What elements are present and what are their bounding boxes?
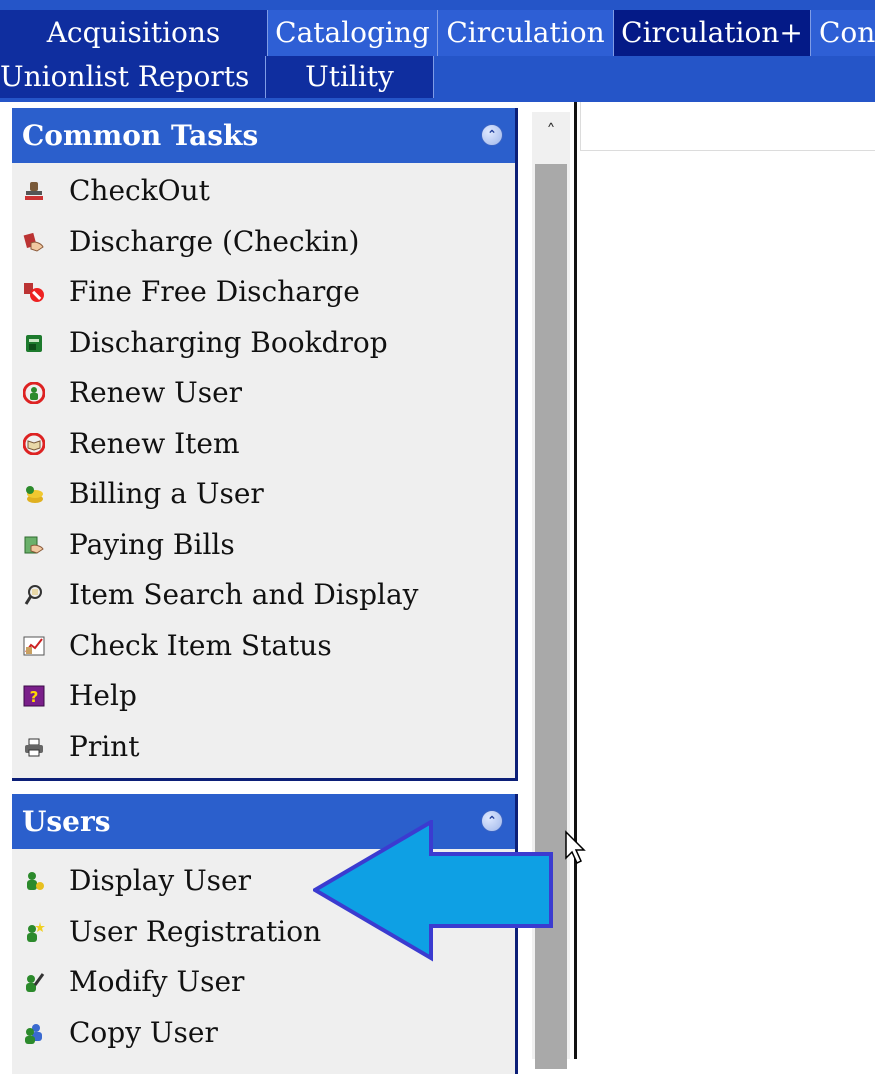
users-modify-user[interactable]: Modify User xyxy=(12,957,515,1008)
renew-item-icon xyxy=(22,432,46,456)
task-check-item-status[interactable]: Check Item Status xyxy=(12,621,515,672)
display-user-icon xyxy=(22,869,46,893)
task-label: Item Search and Display xyxy=(69,578,419,611)
task-label: Renew User xyxy=(69,376,243,409)
tab-con[interactable]: Con xyxy=(811,10,875,56)
task-help[interactable]: ? Help xyxy=(12,671,515,722)
paying-bills-icon xyxy=(22,533,46,557)
task-label: Print xyxy=(69,729,140,763)
task-discharge[interactable]: Discharge (Checkin) xyxy=(12,217,515,268)
task-label: Check Item Status xyxy=(69,628,332,662)
bookdrop-icon xyxy=(22,331,46,355)
content-area xyxy=(580,102,875,151)
item-label: Modify User xyxy=(69,965,245,998)
task-checkout[interactable]: CheckOut xyxy=(12,166,515,217)
task-paying-bills[interactable]: Paying Bills xyxy=(12,520,515,571)
task-label: Fine Free Discharge xyxy=(69,275,360,308)
copy-user-icon xyxy=(22,1021,46,1045)
billing-icon xyxy=(22,482,46,506)
common-tasks-panel: Common Tasks ⌃ CheckOut Discharge (Check… xyxy=(12,108,518,781)
item-label: Display User xyxy=(69,864,251,897)
tab-circulation-plus[interactable]: Circulation+ xyxy=(614,10,811,56)
users-copy-user[interactable]: Copy User xyxy=(12,1008,515,1059)
pane-divider[interactable] xyxy=(574,102,577,1059)
task-fine-free-discharge[interactable]: Fine Free Discharge xyxy=(12,267,515,318)
collapse-icon[interactable]: ⌃ xyxy=(481,124,503,146)
renew-user-icon xyxy=(22,381,46,405)
task-item-search[interactable]: Item Search and Display xyxy=(12,570,515,621)
stamp-icon xyxy=(22,179,46,203)
common-tasks-header[interactable]: Common Tasks ⌃ xyxy=(12,108,515,163)
hand-book-icon xyxy=(22,230,46,254)
tab-cataloging[interactable]: Cataloging xyxy=(268,10,438,56)
task-discharging-bookdrop[interactable]: Discharging Bookdrop xyxy=(12,318,515,369)
task-label: Billing a User xyxy=(69,477,264,510)
task-billing-user[interactable]: Billing a User xyxy=(12,469,515,520)
scroll-up-icon[interactable]: ˄ xyxy=(532,112,570,162)
item-status-icon xyxy=(22,634,46,658)
tab-unionlist-reports[interactable]: Unionlist Reports xyxy=(0,56,266,98)
common-tasks-title: Common Tasks xyxy=(22,119,259,152)
tab-acquisitions[interactable]: Acquisitions xyxy=(0,10,268,56)
highlight-arrow-icon xyxy=(313,820,553,962)
item-label: Copy User xyxy=(69,1015,218,1049)
tab-utility[interactable]: Utility xyxy=(266,56,434,98)
task-label: Renew Item xyxy=(69,426,240,460)
task-label: Discharge (Checkin) xyxy=(69,224,360,258)
task-label: Paying Bills xyxy=(69,527,235,561)
task-label: Discharging Bookdrop xyxy=(69,325,388,359)
task-print[interactable]: Print xyxy=(12,722,515,773)
no-fine-icon xyxy=(22,280,46,304)
item-label: User Registration xyxy=(69,914,322,948)
task-label: Help xyxy=(69,679,137,712)
users-title: Users xyxy=(22,805,111,838)
item-search-icon xyxy=(22,583,46,607)
top-menu-bar: Acquisitions Cataloging Circulation Circ… xyxy=(0,0,875,102)
tab-circulation[interactable]: Circulation xyxy=(438,10,614,56)
modify-user-icon xyxy=(22,970,46,994)
task-renew-user[interactable]: Renew User xyxy=(12,368,515,419)
print-icon xyxy=(22,735,46,759)
task-label: CheckOut xyxy=(69,174,210,207)
help-icon: ? xyxy=(22,684,46,708)
mouse-cursor-icon xyxy=(565,830,586,865)
user-registration-icon xyxy=(22,920,46,944)
task-renew-item[interactable]: Renew Item xyxy=(12,419,515,470)
svg-text:?: ? xyxy=(30,688,39,706)
